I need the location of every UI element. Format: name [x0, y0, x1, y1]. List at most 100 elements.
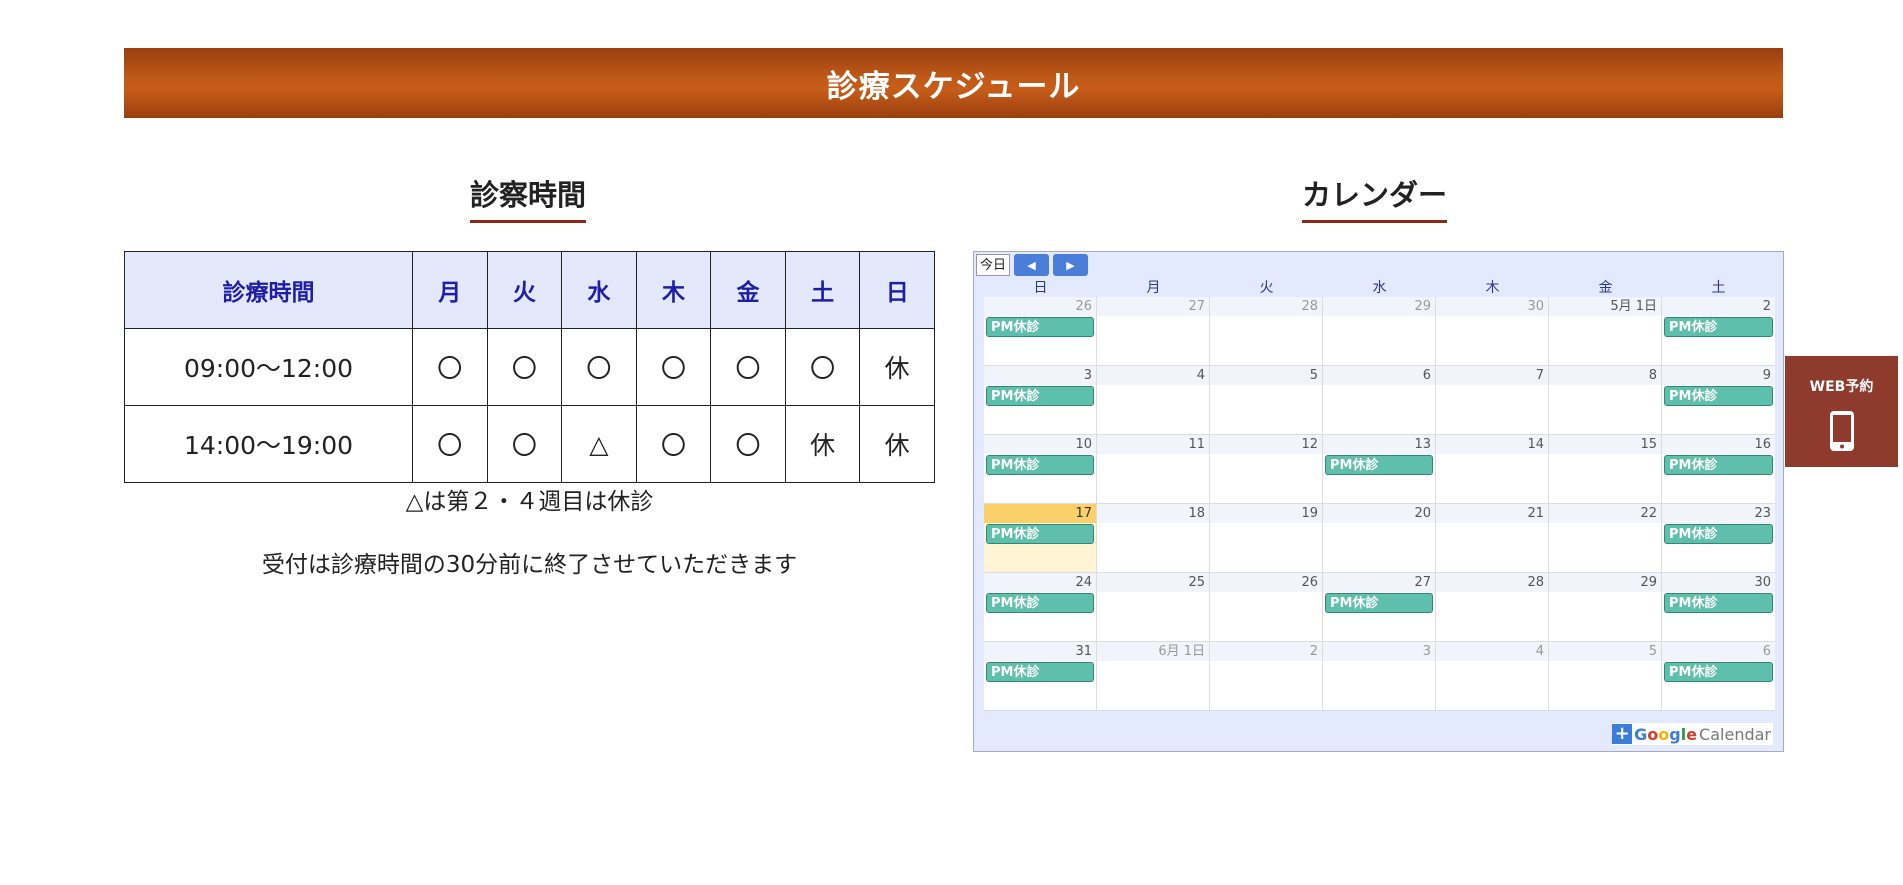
calendar-day[interactable]: 31 PM休診 [984, 642, 1097, 711]
calendar-event[interactable]: PM休診 [1664, 386, 1773, 406]
day-number: 26 [984, 297, 1096, 316]
calendar-day[interactable]: 26 PM休診 [984, 297, 1097, 366]
calendar-day[interactable]: 25 [1097, 573, 1210, 642]
calendar-day[interactable]: 9 PM休診 [1662, 366, 1775, 435]
calendar-day[interactable]: 28 [1210, 297, 1323, 366]
calendar-day[interactable]: 2 PM休診 [1662, 297, 1775, 366]
calendar-day[interactable]: 16 PM休診 [1662, 435, 1775, 504]
status-cell: 〇 [784, 328, 861, 406]
weekday-label: 水 [1372, 280, 1387, 296]
calendar-event[interactable]: PM休診 [1325, 455, 1433, 475]
calendar-wordmark: Calendar [1699, 724, 1771, 744]
day-number: 26 [1210, 573, 1322, 592]
calendar-day[interactable]: 13 PM休診 [1323, 435, 1436, 504]
calendar-event[interactable]: PM休診 [1664, 524, 1773, 544]
prev-month-button[interactable]: ◀ [1014, 254, 1050, 276]
reception-note: 受付は診療時間の30分前に終了させていただきます [261, 552, 798, 578]
calendar-day-today[interactable]: 17 PM休診 [984, 504, 1097, 573]
calendar-day[interactable]: 20 [1323, 504, 1436, 573]
calendar-day[interactable]: 3 PM休診 [984, 366, 1097, 435]
status-cell: 休 [784, 405, 861, 483]
calendar-day[interactable]: 4 [1097, 366, 1210, 435]
header-cell: 日 [859, 251, 935, 329]
day-number: 15 [1549, 435, 1661, 454]
calendar-week: 17 PM休診 18 19 20 21 22 23 PM休診 [984, 504, 1775, 573]
day-number: 8 [1549, 366, 1661, 385]
calendar-day[interactable]: 26 [1210, 573, 1323, 642]
calendar-event[interactable]: PM休診 [986, 593, 1094, 613]
calendar-day[interactable]: 11 [1097, 435, 1210, 504]
calendar-day[interactable]: 4 [1436, 642, 1549, 711]
calendar-day[interactable]: 5 [1549, 642, 1662, 711]
status-cell: △ [561, 405, 637, 483]
calendar-event[interactable]: PM休診 [986, 455, 1094, 475]
calendar-day[interactable]: 24 PM休診 [984, 573, 1097, 642]
calendar-day[interactable]: 21 [1436, 504, 1549, 573]
day-number: 7 [1436, 366, 1548, 385]
calendar-day[interactable]: 5月 1日 [1549, 297, 1662, 366]
weekday-label: 木 [1485, 280, 1500, 296]
status-cell: 〇 [412, 328, 488, 406]
table-row: 14:00～19:00 〇 〇 △ 〇 〇 休 休 [124, 405, 935, 483]
header-cell: 月 [412, 251, 488, 329]
calendar-day[interactable]: 6 PM休診 [1662, 642, 1775, 711]
calendar-day[interactable]: 27 [1097, 297, 1210, 366]
calendar-day[interactable]: 19 [1210, 504, 1323, 573]
google-calendar-link[interactable]: + Google Calendar [1612, 723, 1773, 745]
calendar-day[interactable]: 29 [1549, 573, 1662, 642]
calendar-day[interactable]: 8 [1549, 366, 1662, 435]
day-number: 30 [1662, 573, 1775, 592]
web-reservation-button[interactable]: WEB予約 [1785, 356, 1898, 467]
calendar-event[interactable]: PM休診 [1664, 455, 1773, 475]
header-cell: 金 [710, 251, 786, 329]
calendar-day[interactable]: 30 [1436, 297, 1549, 366]
day-number: 19 [1210, 504, 1322, 523]
day-number: 27 [1097, 297, 1209, 316]
calendar-day[interactable]: 10 PM休診 [984, 435, 1097, 504]
calendar-event[interactable]: PM休診 [986, 317, 1094, 337]
hours-table-header: 診療時間 月 火 水 木 金 土 日 [124, 251, 935, 329]
hours-table: 診療時間 月 火 水 木 金 土 日 09:00～12:00 〇 〇 〇 〇 〇… [124, 251, 935, 483]
calendar-day[interactable]: 15 [1549, 435, 1662, 504]
day-number: 28 [1436, 573, 1548, 592]
calendar-day[interactable]: 6 [1323, 366, 1436, 435]
calendar-grid: 日月火水木金土 26 PM休診 27 28 29 30 5月 1日 2 PM休診 3 PM休診 4 5 6… [984, 280, 1775, 711]
day-number: 14 [1436, 435, 1548, 454]
smartphone-icon [1829, 411, 1854, 451]
calendar-day[interactable]: 23 PM休診 [1662, 504, 1775, 573]
calendar-section-title: カレンダー [1302, 172, 1448, 223]
calendar-event[interactable]: PM休診 [986, 386, 1094, 406]
calendar-day[interactable]: 30 PM休診 [1662, 573, 1775, 642]
calendar-day[interactable]: 22 [1549, 504, 1662, 573]
calendar-day[interactable]: 6月 1日 [1097, 642, 1210, 711]
calendar-event[interactable]: PM休診 [1664, 593, 1773, 613]
calendar-day[interactable]: 7 [1436, 366, 1549, 435]
calendar-day[interactable]: 14 [1436, 435, 1549, 504]
calendar-day[interactable]: 5 [1210, 366, 1323, 435]
calendar-event[interactable]: PM休診 [1664, 317, 1773, 337]
day-number: 29 [1549, 573, 1661, 592]
calendar-day[interactable]: 27 PM休診 [1323, 573, 1436, 642]
plus-icon: + [1612, 724, 1633, 744]
triangle-right-icon: ▶ [1066, 258, 1075, 272]
next-month-button[interactable]: ▶ [1053, 254, 1089, 276]
calendar-day[interactable]: 3 [1323, 642, 1436, 711]
today-button[interactable]: 今日 [976, 254, 1011, 276]
calendar-day[interactable]: 2 [1210, 642, 1323, 711]
calendar-day[interactable]: 12 [1210, 435, 1323, 504]
calendar-event[interactable]: PM休診 [986, 524, 1094, 544]
triangle-left-icon: ◀ [1027, 258, 1036, 272]
time-cell: 14:00～19:00 [124, 405, 413, 483]
calendar-event[interactable]: PM休診 [986, 662, 1094, 682]
calendar-day[interactable]: 18 [1097, 504, 1210, 573]
weekday-label: 土 [1711, 280, 1726, 296]
calendar-day[interactable]: 29 [1323, 297, 1436, 366]
day-number: 10 [984, 435, 1096, 454]
status-cell: 〇 [486, 405, 563, 483]
day-number: 2 [1662, 297, 1775, 316]
calendar-day[interactable]: 28 [1436, 573, 1549, 642]
calendar-event[interactable]: PM休診 [1325, 593, 1433, 613]
calendar-event[interactable]: PM休診 [1664, 662, 1773, 682]
day-number: 2 [1210, 642, 1322, 661]
day-number: 30 [1436, 297, 1548, 316]
